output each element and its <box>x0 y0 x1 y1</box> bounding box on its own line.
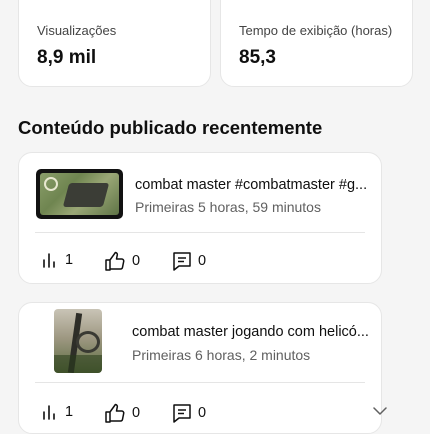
comments-metric: 0 <box>172 251 206 271</box>
comments-count: 0 <box>198 405 207 421</box>
likes-count: 0 <box>132 253 141 269</box>
video-card[interactable]: combat master jogando com helicó... Prim… <box>18 302 387 434</box>
video-title: combat master #combatmaster #g... <box>135 177 368 193</box>
video-thumbnail[interactable] <box>36 169 123 219</box>
stat-card-views[interactable]: Visualizações 8,9 mil <box>18 0 211 87</box>
bar-chart-icon <box>43 405 55 420</box>
stat-value: 8,9 mil <box>37 47 97 68</box>
divider <box>35 382 365 383</box>
stat-value: 85,3 <box>239 47 276 68</box>
video-card[interactable]: combat master #combatmaster #g... Primei… <box>18 152 382 284</box>
bar-chart-icon <box>43 253 55 268</box>
section-title: Conteúdo publicado recentemente <box>18 117 323 138</box>
views-metric: 1 <box>41 403 73 421</box>
views-metric: 1 <box>41 251 73 269</box>
thumbs-up-icon <box>105 403 125 423</box>
thumbs-up-icon <box>105 251 125 271</box>
likes-count: 0 <box>132 405 141 421</box>
views-count: 1 <box>65 252 74 268</box>
comment-icon <box>173 252 191 271</box>
stat-label: Visualizações <box>37 23 117 38</box>
likes-metric: 0 <box>104 403 140 423</box>
stat-card-watch-time[interactable]: Tempo de exibição (horas) 85,3 <box>220 0 413 87</box>
video-subtitle: Primeiras 5 horas, 59 minutos <box>135 199 321 215</box>
views-count: 1 <box>65 404 74 420</box>
comment-icon <box>173 404 191 423</box>
video-subtitle: Primeiras 6 horas, 2 minutos <box>132 347 311 363</box>
chevron-down-icon[interactable] <box>372 403 388 419</box>
divider <box>35 232 365 233</box>
likes-metric: 0 <box>104 251 140 271</box>
comments-metric: 0 <box>172 403 206 423</box>
comments-count: 0 <box>198 253 207 269</box>
video-thumbnail[interactable] <box>54 309 102 373</box>
video-title: combat master jogando com helicó... <box>132 324 369 340</box>
stat-label: Tempo de exibição (horas) <box>239 23 393 38</box>
